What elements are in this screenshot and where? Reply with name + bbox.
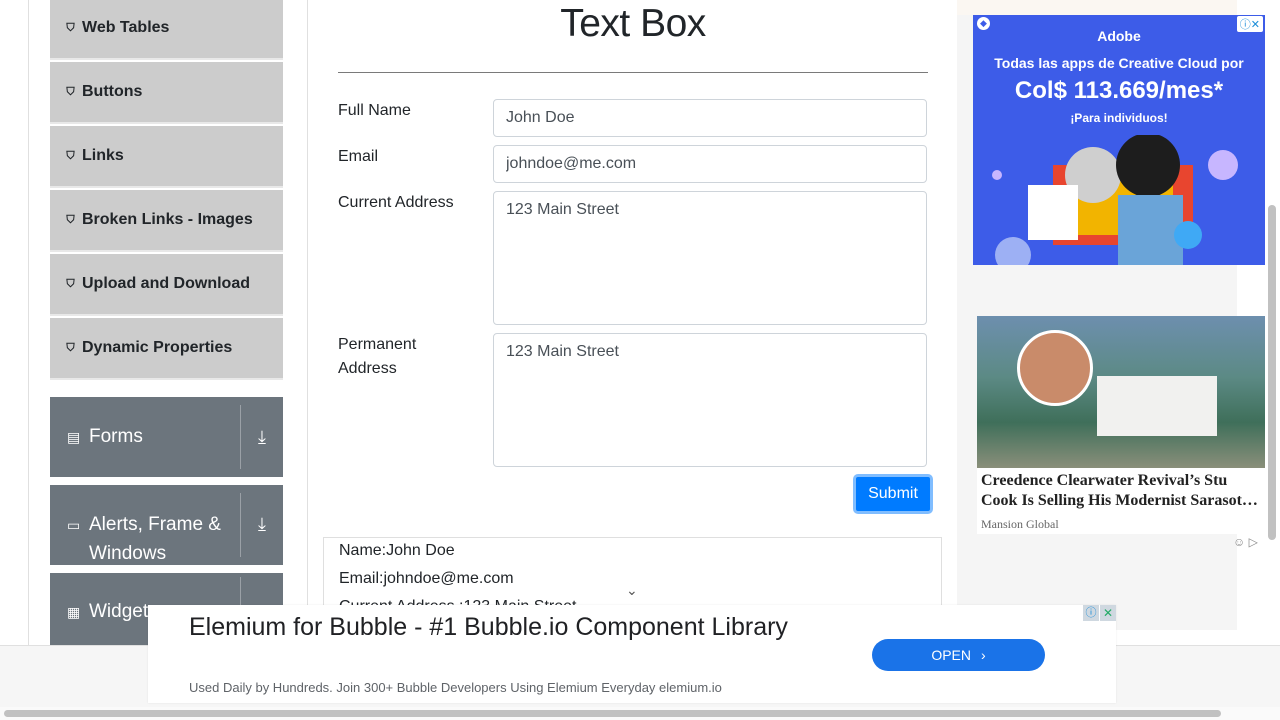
news-headline: Creedence Clearwater Revival’s Stu Cook … bbox=[981, 472, 1258, 509]
window-icon: ▭ bbox=[67, 517, 81, 533]
sidebar-item-broken-links[interactable]: ⛉ Broken Links - Images bbox=[50, 190, 283, 252]
html5-icon: ⛉ bbox=[66, 341, 75, 354]
sidebar-item-upload-download[interactable]: ⛉ Upload and Download bbox=[50, 254, 283, 316]
news-source: Mansion Global bbox=[981, 517, 1059, 531]
ad-choices-icon[interactable]: ☺ ▷ bbox=[1233, 535, 1258, 549]
title-divider bbox=[338, 72, 928, 73]
left-divider bbox=[28, 0, 29, 645]
bottom-banner-ad[interactable]: ⓘ ✕ Elemium for Bubble - #1 Bubble.io Co… bbox=[148, 605, 1116, 703]
html5-icon: ⛉ bbox=[66, 277, 75, 290]
vertical-scrollbar[interactable] bbox=[1268, 205, 1276, 540]
ad-price: Col$ 113.669/mes* bbox=[1014, 77, 1224, 104]
banner-title: Elemium for Bubble - #1 Bubble.io Compon… bbox=[189, 613, 788, 641]
page-title: Text Box bbox=[560, 2, 706, 45]
html5-icon: ⛉ bbox=[66, 213, 75, 226]
ad-subline: ¡Para individuos! bbox=[1070, 111, 1168, 125]
horizontal-scrollbar[interactable] bbox=[4, 710, 1221, 717]
submit-button[interactable]: Submit bbox=[853, 474, 933, 514]
banner-description: Used Daily by Hundreds. Join 300+ Bubble… bbox=[189, 680, 722, 695]
sidebar-item-label: Upload and Download bbox=[82, 275, 250, 292]
group-alerts-frame-windows[interactable]: ▭ Alerts, Frame & Windows ⤓ bbox=[50, 485, 283, 565]
ad-brand: Adobe bbox=[1097, 28, 1141, 44]
news-ad[interactable]: Creedence Clearwater Revival’s Stu Cook … bbox=[977, 316, 1265, 534]
sidebar-item-label: Web Tables bbox=[82, 19, 170, 36]
group-label: Forms bbox=[89, 426, 143, 447]
group-label: Alerts, Frame & Windows bbox=[89, 514, 221, 564]
permanent-address-textarea[interactable]: 123 Main Street bbox=[493, 333, 927, 467]
html5-icon: ⛉ bbox=[66, 85, 75, 98]
sidebar-item-label: Dynamic Properties bbox=[82, 339, 233, 356]
ad-info-icon[interactable]: ⓘ bbox=[1083, 605, 1099, 621]
sidebar-item-label: Buttons bbox=[82, 83, 143, 100]
group-forms[interactable]: ▤ Forms ⤓ bbox=[50, 397, 283, 477]
close-icon[interactable]: ✕ bbox=[1100, 605, 1116, 621]
chevron-down-icon[interactable]: ⌄ bbox=[626, 582, 638, 599]
current-address-textarea[interactable]: 123 Main Street bbox=[493, 191, 927, 325]
sidebar-item-label: Broken Links - Images bbox=[82, 211, 253, 228]
download-icon[interactable]: ⤓ bbox=[241, 427, 283, 448]
sidebar-item-buttons[interactable]: ⛉ Buttons bbox=[50, 62, 283, 124]
download-icon[interactable]: ⤓ bbox=[241, 510, 283, 535]
output-name: Name:John Doe bbox=[339, 542, 455, 559]
chevron-right-icon: › bbox=[981, 647, 986, 663]
email-label: Email bbox=[338, 148, 379, 165]
page: ⛉ Web Tables ⛉ Buttons ⛉ Links ⛉ Broken … bbox=[0, 0, 1280, 720]
sidebar-item-label: Links bbox=[82, 147, 124, 164]
email-input[interactable] bbox=[493, 145, 927, 183]
open-label: OPEN bbox=[931, 647, 971, 663]
form-icon: ▤ bbox=[67, 429, 81, 445]
html5-icon: ⛉ bbox=[66, 149, 75, 162]
html5-icon: ⛉ bbox=[66, 21, 75, 34]
column-divider bbox=[307, 0, 308, 645]
ad-headline: Todas las apps de Creative Cloud por bbox=[994, 55, 1244, 71]
adobe-ad[interactable]: ◆ ⓘ✕ Adobe Todas las apps de Creative Cl… bbox=[973, 15, 1265, 265]
current-address-label: Current Address bbox=[338, 194, 454, 211]
full-name-label: Full Name bbox=[338, 102, 411, 119]
news-image bbox=[977, 316, 1265, 468]
ad-top-strip bbox=[957, 0, 1237, 15]
ad-illustration bbox=[992, 135, 1238, 265]
open-button[interactable]: OPEN › bbox=[872, 639, 1045, 671]
sidebar-item-web-tables[interactable]: ⛉ Web Tables bbox=[50, 0, 283, 60]
house-image bbox=[1097, 376, 1217, 436]
portrait-image bbox=[1017, 330, 1093, 406]
output-panel: Name:John Doe Email:johndoe@me.com Curre… bbox=[323, 537, 942, 607]
full-name-input[interactable] bbox=[493, 99, 927, 137]
output-email: Email:johndoe@me.com bbox=[339, 570, 514, 587]
permanent-address-label: Permanent Address bbox=[338, 336, 417, 377]
sidebar-item-links[interactable]: ⛉ Links bbox=[50, 126, 283, 188]
sidebar-item-dynamic-properties[interactable]: ⛉ Dynamic Properties bbox=[50, 318, 283, 380]
widgets-icon: ▦ bbox=[67, 604, 81, 620]
